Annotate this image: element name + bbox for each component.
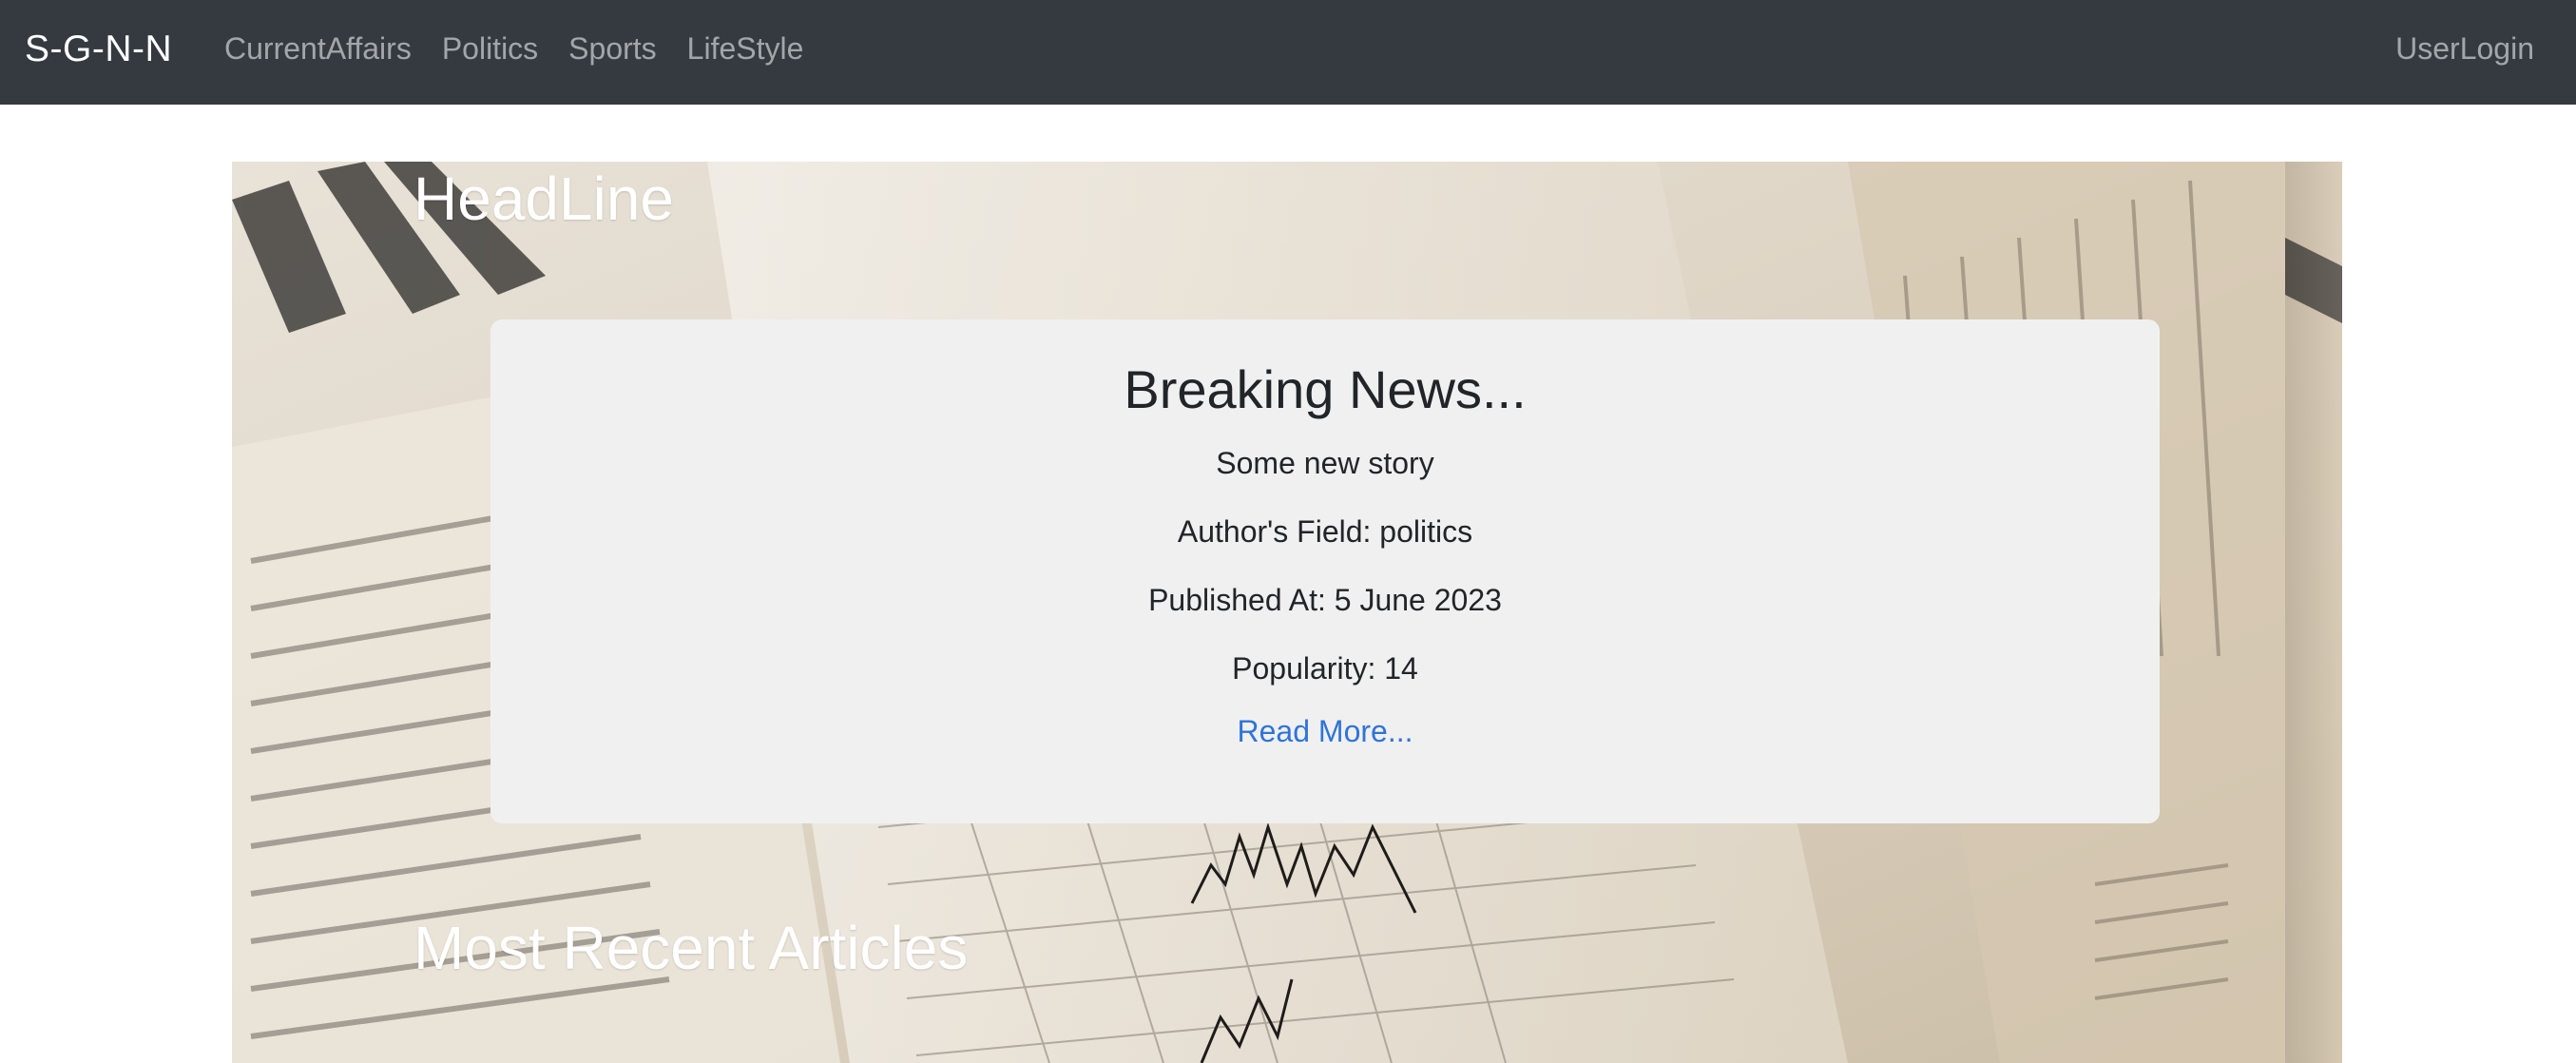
brand-logo[interactable]: S-G-N-N bbox=[25, 29, 172, 70]
nav-link-currentaffairs[interactable]: CurrentAffairs bbox=[224, 31, 412, 67]
story-text: Some new story bbox=[1216, 446, 1434, 481]
nav-link-politics[interactable]: Politics bbox=[442, 31, 538, 67]
nav-link-sports[interactable]: Sports bbox=[568, 31, 656, 67]
published-at: Published At: 5 June 2023 bbox=[1148, 583, 1502, 618]
hero-image-edge bbox=[2285, 162, 2342, 1063]
most-recent-articles-title: Most Recent Articles bbox=[413, 914, 969, 982]
author-field: Author's Field: politics bbox=[1177, 514, 1473, 550]
user-login-link[interactable]: UserLogin bbox=[2395, 31, 2534, 67]
breaking-news-title: Breaking News... bbox=[1124, 359, 1527, 419]
nav-link-lifestyle[interactable]: LifeStyle bbox=[687, 31, 804, 67]
navbar: S-G-N-N CurrentAffairs Politics Sports L… bbox=[0, 0, 2576, 105]
popularity: Popularity: 14 bbox=[1232, 651, 1418, 686]
nav-links: CurrentAffairs Politics Sports LifeStyle bbox=[224, 31, 803, 67]
read-more-link[interactable]: Read More... bbox=[1238, 714, 1413, 749]
breaking-news-card: Breaking News... Some new story Author's… bbox=[490, 319, 2160, 823]
headline-section-title: HeadLine bbox=[413, 164, 674, 233]
